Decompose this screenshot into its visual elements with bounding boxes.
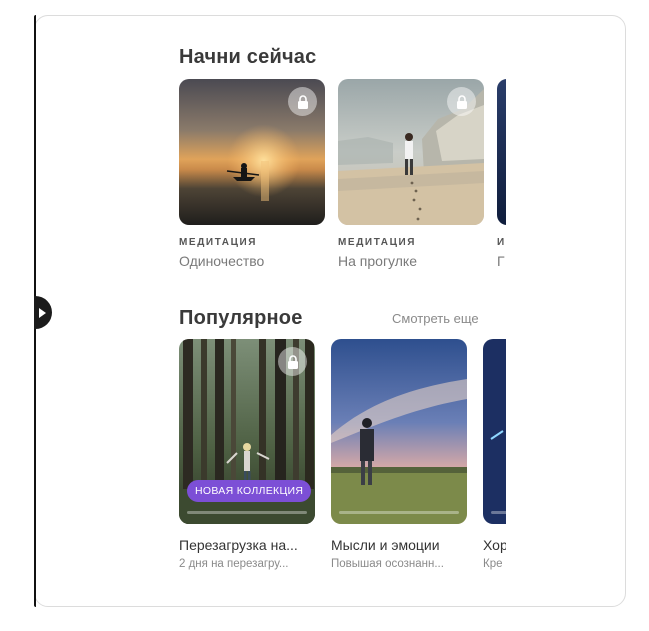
card-loneliness[interactable]: МЕДИТАЦИЯ Одиночество: [179, 79, 325, 269]
progress-bar: [491, 511, 506, 514]
card-image: [179, 79, 325, 225]
card-reboot[interactable]: НОВАЯ КОЛЛЕКЦИЯ Перезагрузка на... 2 дня…: [179, 339, 315, 570]
card-title: На прогулке: [338, 253, 417, 269]
lock-badge: [288, 87, 317, 116]
new-collection-badge: НОВАЯ КОЛЛЕКЦИЯ: [187, 480, 312, 502]
lock-icon: [456, 94, 467, 109]
lock-badge: [278, 347, 307, 376]
field-dusk-image: [331, 339, 467, 524]
card-title: Перезагрузка на...: [179, 537, 298, 553]
card-category: И: [497, 237, 506, 248]
play-arrow-icon: [39, 307, 46, 318]
card-image: НОВАЯ КОЛЛЕКЦИЯ: [179, 339, 315, 524]
progress-bar: [187, 511, 307, 514]
see-more-link[interactable]: Смотреть еще: [392, 311, 479, 326]
card-category: МЕДИТАЦИЯ: [338, 237, 417, 248]
progress-bar: [339, 511, 459, 514]
section-title-start: Начни сейчас: [179, 46, 317, 68]
card-subtitle: 2 дня на перезагру...: [179, 558, 289, 570]
card-walk[interactable]: МЕДИТАЦИЯ На прогулке: [338, 79, 484, 269]
card-category: МЕДИТАЦИЯ: [179, 237, 258, 248]
lock-icon: [297, 94, 308, 109]
night-sky-image: [497, 79, 506, 225]
card-image: [483, 339, 506, 524]
card-title: Хор: [483, 537, 506, 553]
card-subtitle: Повышая осознанн...: [331, 558, 444, 570]
lock-badge: [447, 87, 476, 116]
card-third-popular[interactable]: Хор Кре: [483, 339, 506, 570]
card-subtitle: Кре: [483, 558, 503, 570]
card-image: [338, 79, 484, 225]
card-image: [331, 339, 467, 524]
start-carousel[interactable]: МЕДИТАЦИЯ Одиночество МЕДИТАЦИЯ На прогу…: [179, 79, 506, 274]
card-third[interactable]: И Г: [497, 79, 506, 269]
popular-carousel[interactable]: НОВАЯ КОЛЛЕКЦИЯ Перезагрузка на... 2 дня…: [179, 339, 506, 579]
card-title: Мысли и эмоции: [331, 537, 440, 553]
card-thoughts[interactable]: Мысли и эмоции Повышая осознанн...: [331, 339, 467, 570]
lock-icon: [287, 354, 298, 369]
card-title: Одиночество: [179, 253, 265, 269]
card-title: Г: [497, 253, 505, 269]
starry-sky-image: [483, 339, 506, 524]
card-image: [497, 79, 506, 225]
section-title-popular: Популярное: [179, 307, 303, 329]
